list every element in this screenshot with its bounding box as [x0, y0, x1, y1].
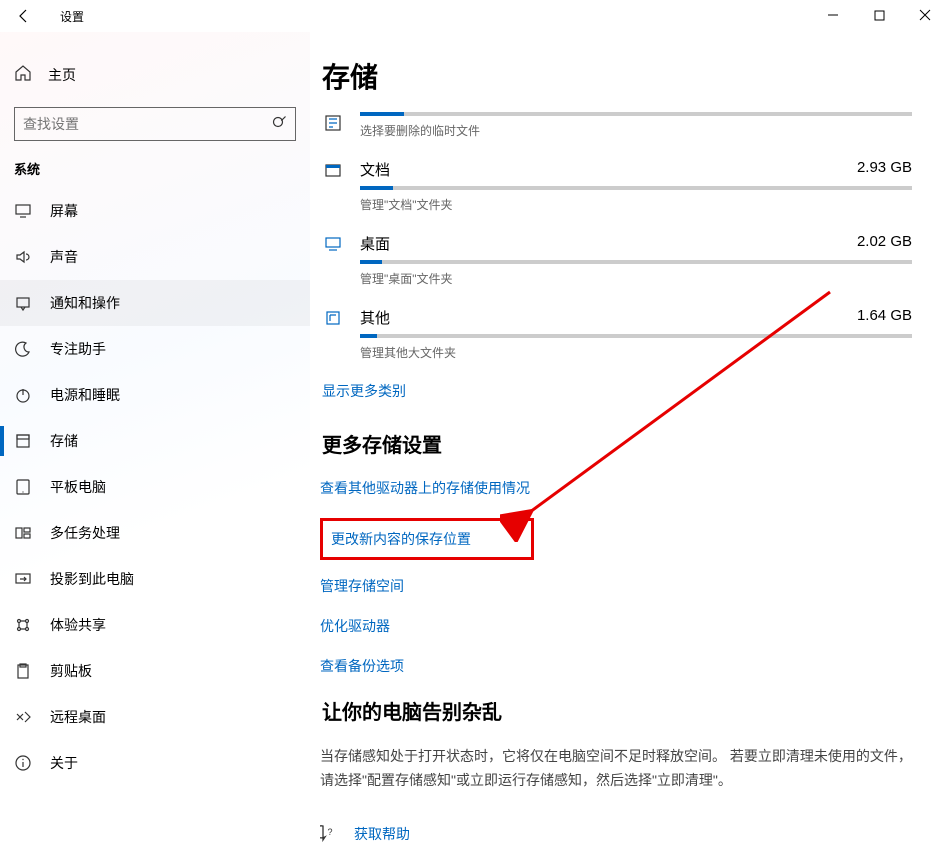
storage-sub: 选择要删除的临时文件: [360, 122, 912, 139]
share-icon: [14, 616, 32, 634]
desktop-icon: [320, 233, 346, 253]
nav-item-sound[interactable]: 声音: [0, 234, 310, 280]
nav-label: 专注助手: [50, 339, 106, 359]
home-label: 主页: [48, 65, 76, 85]
get-help-link[interactable]: 获取帮助: [354, 824, 410, 844]
close-button[interactable]: [902, 0, 948, 30]
nav-label: 剪贴板: [50, 661, 92, 681]
section-label: 系统: [14, 159, 296, 178]
storage-link[interactable]: 管理存储空间: [320, 576, 912, 596]
nav-item-share[interactable]: 体验共享: [0, 602, 310, 648]
storage-name: 其他: [360, 307, 390, 328]
moon-icon: [14, 340, 32, 358]
temp-icon: [320, 112, 346, 132]
show-more-link[interactable]: 显示更多类别: [322, 381, 406, 401]
search-icon: [271, 115, 287, 134]
nav-item-tablet[interactable]: 平板电脑: [0, 464, 310, 510]
storage-sub: 管理其他大文件夹: [360, 344, 912, 361]
nav-item-moon[interactable]: 专注助手: [0, 326, 310, 372]
storage-size: 2.93 GB: [857, 159, 912, 180]
tablet-icon: [14, 478, 32, 496]
nav-label: 多任务处理: [50, 523, 120, 543]
minimize-button[interactable]: [810, 0, 856, 30]
storage-item[interactable]: 其他 1.64 GB 管理其他大文件夹: [320, 307, 912, 361]
main-content: 存储 选择要删除的临时文件文档 2.93 GB 管理"文档"文件夹桌面 2.02 GB…: [310, 32, 952, 848]
search-box[interactable]: [14, 107, 296, 141]
nav-item-clipboard[interactable]: 剪贴板: [0, 648, 310, 694]
notification-icon: [14, 294, 32, 312]
home-link[interactable]: 主页: [0, 56, 310, 93]
multitask-icon: [14, 524, 32, 542]
storage-sub: 管理"文档"文件夹: [360, 196, 912, 213]
monitor-icon: [14, 202, 32, 220]
nav-label: 通知和操作: [50, 293, 120, 313]
storage-item[interactable]: 文档 2.93 GB 管理"文档"文件夹: [320, 159, 912, 213]
nav-item-about[interactable]: 关于: [0, 740, 310, 786]
more-storage-title: 更多存储设置: [322, 429, 912, 458]
nav-item-project[interactable]: 投影到此电脑: [0, 556, 310, 602]
storage-link[interactable]: 查看其他驱动器上的存储使用情况: [320, 478, 912, 498]
back-button[interactable]: [8, 0, 40, 32]
clipboard-icon: [14, 662, 32, 680]
nav-item-multitask[interactable]: 多任务处理: [0, 510, 310, 556]
nav-label: 体验共享: [50, 615, 106, 635]
nav-item-monitor[interactable]: 屏幕: [0, 188, 310, 234]
nav-label: 关于: [50, 753, 78, 773]
cleanup-text: 当存储感知处于打开状态时，它将仅在电脑空间不足时释放空间。 若要立即清理未使用的…: [320, 745, 912, 793]
highlight-box: 更改新内容的保存位置: [320, 518, 534, 560]
nav-list: 屏幕声音通知和操作专注助手电源和睡眠存储平板电脑多任务处理投影到此电脑体验共享剪…: [0, 188, 310, 786]
nav-label: 平板电脑: [50, 477, 106, 497]
power-icon: [14, 386, 32, 404]
storage-size: 1.64 GB: [857, 307, 912, 328]
maximize-button[interactable]: [856, 0, 902, 30]
storage-link-change-location[interactable]: 更改新内容的保存位置: [331, 529, 471, 549]
help-icon: ?: [320, 823, 340, 846]
storage-link[interactable]: 查看备份选项: [320, 656, 912, 676]
doc-icon: [320, 159, 346, 179]
nav-label: 存储: [50, 431, 78, 451]
nav-label: 电源和睡眠: [50, 385, 120, 405]
nav-item-power[interactable]: 电源和睡眠: [0, 372, 310, 418]
nav-item-notification[interactable]: 通知和操作: [0, 280, 310, 326]
window-title: 设置: [60, 8, 84, 25]
storage-link[interactable]: 优化驱动器: [320, 616, 912, 636]
svg-text:?: ?: [327, 827, 332, 837]
storage-sub: 管理"桌面"文件夹: [360, 270, 912, 287]
nav-item-storage[interactable]: 存储: [0, 418, 310, 464]
storage-item[interactable]: 选择要删除的临时文件: [320, 112, 912, 139]
storage-size: 2.02 GB: [857, 233, 912, 254]
remote-icon: [14, 708, 32, 726]
other-icon: [320, 307, 346, 327]
cleanup-title: 让你的电脑告别杂乱: [322, 696, 912, 725]
nav-label: 投影到此电脑: [50, 569, 134, 589]
page-title: 存储: [322, 56, 912, 96]
nav-label: 屏幕: [50, 201, 78, 221]
nav-label: 声音: [50, 247, 78, 267]
storage-name: 桌面: [360, 233, 390, 254]
sidebar: 主页 系统 屏幕声音通知和操作专注助手电源和睡眠存储平板电脑多任务处理投影到此电…: [0, 32, 310, 848]
home-icon: [14, 64, 32, 85]
storage-icon: [14, 432, 32, 450]
project-icon: [14, 570, 32, 588]
nav-label: 远程桌面: [50, 707, 106, 727]
about-icon: [14, 754, 32, 772]
search-input[interactable]: [23, 116, 271, 132]
titlebar: 设置: [0, 0, 952, 32]
nav-item-remote[interactable]: 远程桌面: [0, 694, 310, 740]
storage-name: 文档: [360, 159, 390, 180]
storage-item[interactable]: 桌面 2.02 GB 管理"桌面"文件夹: [320, 233, 912, 287]
sound-icon: [14, 248, 32, 266]
